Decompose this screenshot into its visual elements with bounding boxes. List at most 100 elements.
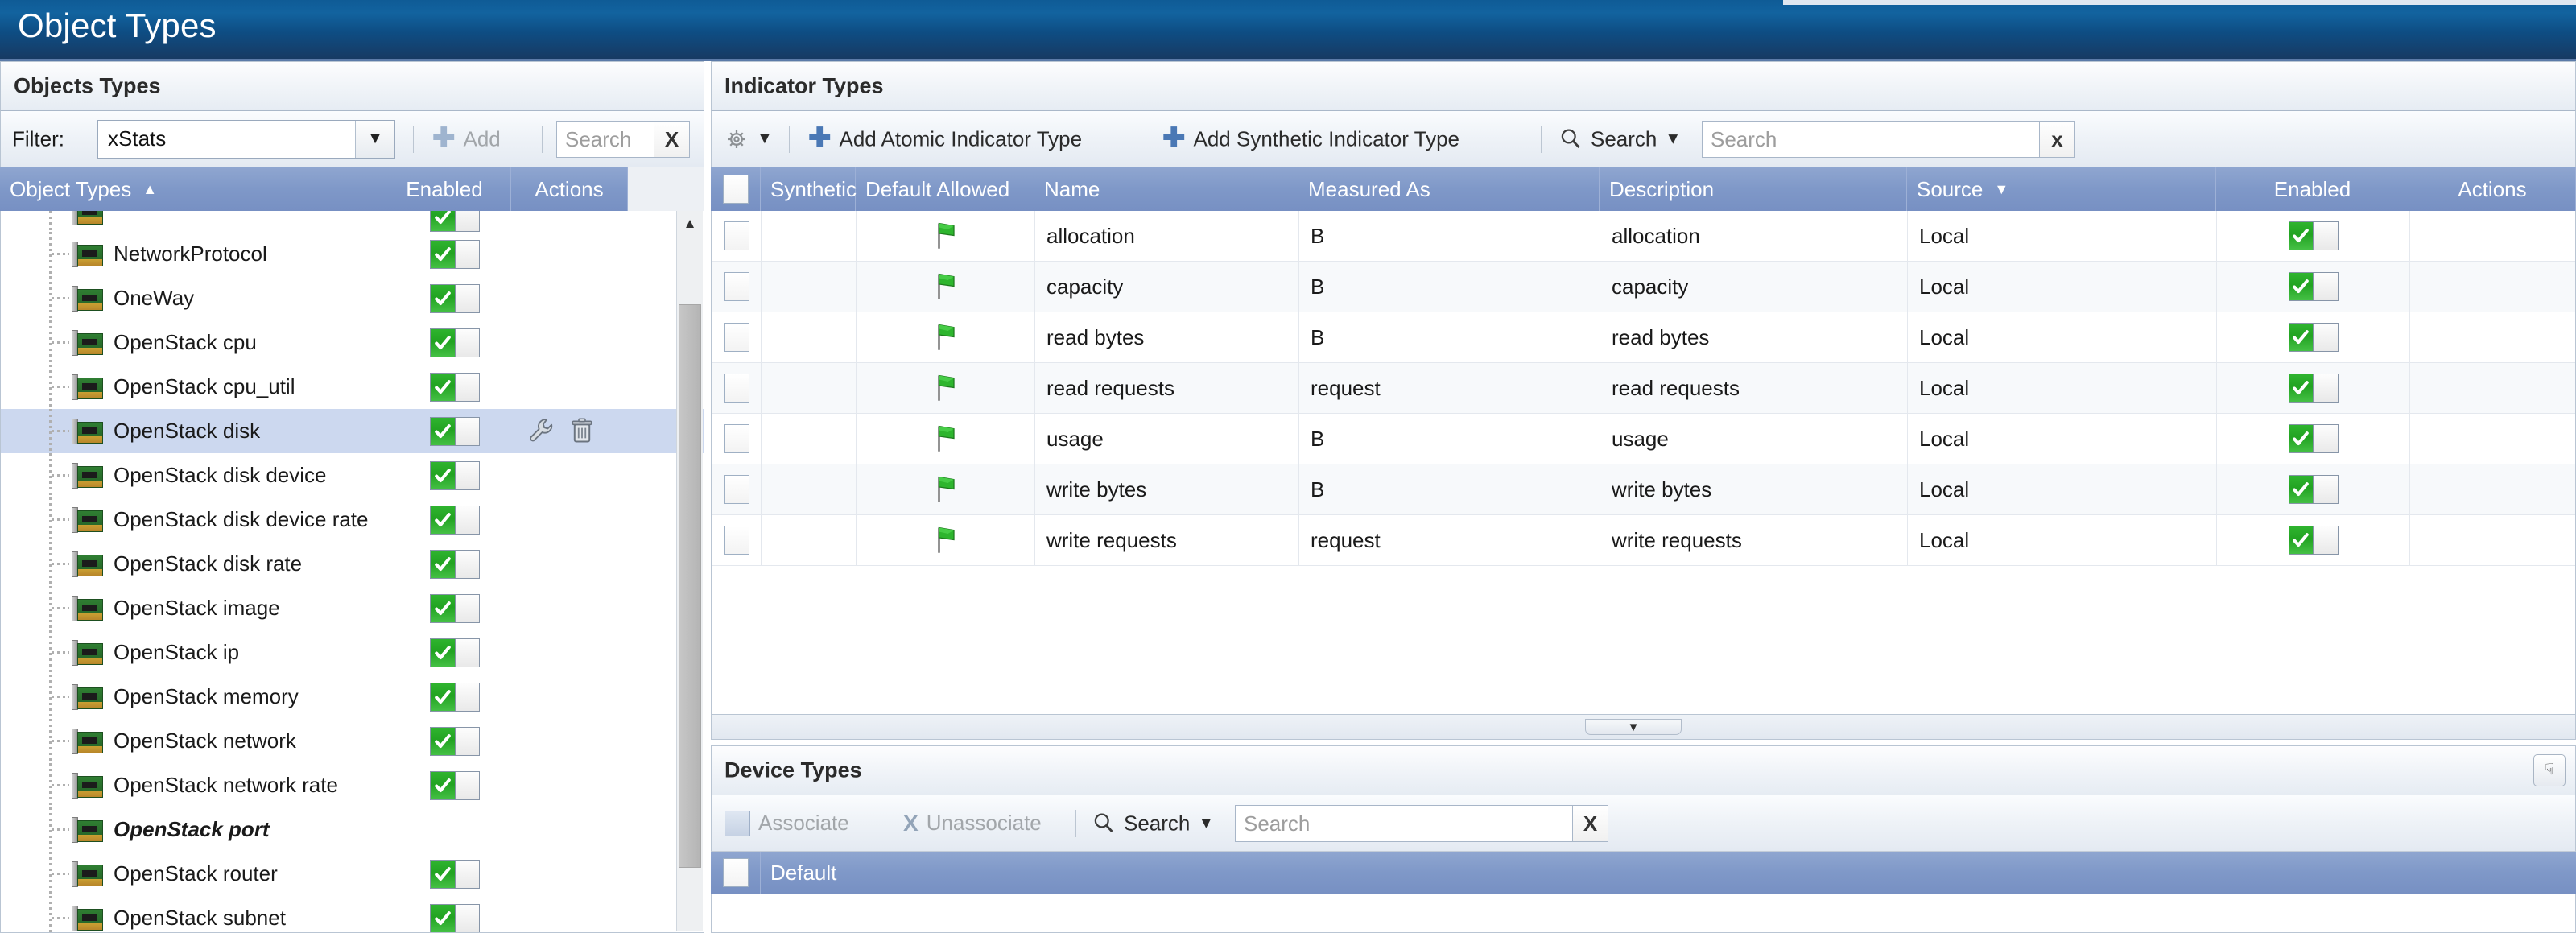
enabled-toggle[interactable] — [430, 240, 480, 269]
row-select-cell[interactable] — [712, 312, 762, 362]
indicator-types-search-input[interactable] — [1702, 121, 2040, 158]
enabled-toggle[interactable] — [430, 683, 480, 712]
row-checkbox[interactable] — [723, 374, 749, 403]
indicator-types-table[interactable]: allocation Ballocation Local capacity Bcapac… — [711, 211, 2576, 714]
tree-row[interactable]: OpenStack disk device — [1, 453, 704, 497]
panel-splitter[interactable]: ▼ — [711, 714, 2576, 740]
tree-row[interactable]: NetworkProtocol — [1, 232, 704, 276]
table-row[interactable]: read bytes Bread bytes Local — [712, 312, 2575, 363]
device-types-search-input[interactable] — [1235, 805, 1573, 842]
tree-row[interactable]: OpenStack ip — [1, 630, 704, 675]
row-checkbox[interactable] — [723, 323, 749, 352]
enabled-toggle[interactable] — [430, 727, 480, 756]
column-header-measured-as[interactable]: Measured As — [1298, 167, 1600, 211]
column-header-description[interactable]: Description — [1600, 167, 1907, 211]
tree-row[interactable]: OpenStack router — [1, 852, 704, 896]
enabled-toggle[interactable] — [2288, 526, 2339, 555]
column-header-default-allowed[interactable]: Default Allowed — [856, 167, 1034, 211]
splitter-collapse-icon[interactable]: ▼ — [1585, 719, 1682, 735]
enabled-toggle[interactable] — [430, 550, 480, 579]
device-types-table-body[interactable] — [711, 894, 2576, 933]
row-checkbox[interactable] — [723, 272, 749, 301]
table-row[interactable]: usage Busage Local — [712, 414, 2575, 464]
tree-row[interactable]: OpenStack network — [1, 719, 704, 763]
enabled-toggle[interactable] — [430, 373, 480, 402]
clear-search-button[interactable]: X — [654, 121, 690, 158]
row-select-cell[interactable] — [712, 515, 762, 565]
row-checkbox[interactable] — [723, 424, 749, 453]
table-row[interactable]: read requests request read requests Local — [712, 363, 2575, 414]
object-types-scrollbar[interactable]: ▲ — [676, 211, 703, 931]
enabled-toggle[interactable] — [2288, 221, 2339, 250]
column-header-default[interactable]: Default — [761, 852, 2576, 894]
column-header-actions[interactable]: Actions — [2409, 167, 2576, 211]
collapse-panel-button[interactable]: ☟ — [2533, 754, 2566, 786]
enabled-toggle[interactable] — [2288, 272, 2339, 301]
tree-row[interactable]: OpenStack network rate — [1, 763, 704, 807]
enabled-toggle[interactable] — [2288, 424, 2339, 453]
wrench-icon[interactable] — [528, 417, 555, 444]
chevron-down-icon[interactable]: ▼ — [355, 120, 394, 158]
tree-row[interactable]: OpenStack disk — [1, 409, 704, 453]
settings-menu-button[interactable]: ▼ — [724, 127, 773, 151]
column-header-source[interactable]: Source ▼ — [1907, 167, 2216, 211]
tree-row[interactable]: OpenStack cpu_util — [1, 365, 704, 409]
column-header-enabled[interactable]: Enabled — [378, 167, 511, 211]
scroll-up-icon[interactable]: ▲ — [677, 211, 703, 237]
tree-row[interactable]: OpenStack disk rate — [1, 542, 704, 586]
scrollbar-thumb[interactable] — [679, 304, 701, 868]
tree-row[interactable]: OpenStack memory — [1, 675, 704, 719]
tree-row[interactable]: OpenStack subnet — [1, 896, 704, 932]
filter-dropdown[interactable]: xStats ▼ — [97, 119, 395, 159]
column-header-name[interactable]: Name — [1034, 167, 1298, 211]
enabled-toggle[interactable] — [430, 461, 480, 490]
enabled-toggle[interactable] — [2288, 475, 2339, 504]
tree-row[interactable]: OpenStack disk device rate — [1, 497, 704, 542]
unassociate-button[interactable]: X Unassociate — [903, 811, 1042, 836]
trash-icon[interactable] — [568, 417, 596, 444]
table-row[interactable]: capacity Bcapacity Local — [712, 262, 2575, 312]
enabled-toggle[interactable] — [430, 771, 480, 800]
enabled-toggle[interactable] — [430, 328, 480, 357]
row-select-cell[interactable] — [712, 464, 762, 514]
enabled-toggle[interactable] — [430, 860, 480, 889]
object-types-search-input[interactable] — [556, 121, 654, 158]
enabled-toggle[interactable] — [430, 284, 480, 313]
clear-search-button[interactable]: x — [2040, 121, 2075, 158]
enabled-toggle[interactable] — [430, 638, 480, 667]
row-checkbox[interactable] — [723, 526, 749, 555]
table-row[interactable]: write bytes Bwrite bytes Local — [712, 464, 2575, 515]
row-checkbox[interactable] — [723, 221, 749, 250]
row-select-cell[interactable] — [712, 262, 762, 312]
clear-search-button[interactable]: X — [1573, 805, 1608, 842]
device-search-menu-button[interactable]: Search ▼ — [1092, 811, 1214, 836]
search-menu-button[interactable]: Search ▼ — [1558, 126, 1681, 151]
tree-row[interactable] — [1, 211, 704, 232]
column-header-synthetic[interactable]: Synthetic — [761, 167, 857, 211]
enabled-toggle[interactable] — [430, 904, 480, 932]
row-select-cell[interactable] — [712, 414, 762, 464]
enabled-toggle[interactable] — [430, 211, 480, 232]
object-types-tree[interactable]: NetworkProtocol OneWay OpenStack cpu OpenSt… — [0, 211, 704, 933]
enabled-toggle[interactable] — [430, 506, 480, 535]
row-select-cell[interactable] — [712, 211, 762, 261]
add-object-type-button[interactable]: ✚ Add — [432, 125, 501, 152]
device-select-all-header[interactable] — [711, 852, 761, 894]
select-all-checkbox[interactable] — [722, 858, 749, 887]
tree-row[interactable]: OneWay — [1, 276, 704, 320]
column-header-object-types[interactable]: Object Types ▲ — [0, 167, 378, 211]
column-header-actions[interactable]: Actions — [511, 167, 628, 211]
table-row[interactable]: write requests request write requests Local — [712, 515, 2575, 566]
add-atomic-indicator-type-button[interactable]: ✚ Add Atomic Indicator Type — [808, 125, 1082, 152]
column-header-select-all[interactable] — [711, 167, 761, 211]
add-synthetic-indicator-type-button[interactable]: ✚ Add Synthetic Indicator Type — [1162, 125, 1459, 152]
associate-button[interactable]: Associate — [724, 810, 849, 836]
tree-row[interactable]: OpenStack port — [1, 807, 704, 852]
enabled-toggle[interactable] — [430, 417, 480, 446]
row-checkbox[interactable] — [723, 475, 749, 504]
column-header-enabled[interactable]: Enabled — [2216, 167, 2409, 211]
row-select-cell[interactable] — [712, 363, 762, 413]
tree-row[interactable]: OpenStack cpu — [1, 320, 704, 365]
table-row[interactable]: allocation Ballocation Local — [712, 211, 2575, 262]
enabled-toggle[interactable] — [2288, 323, 2339, 352]
